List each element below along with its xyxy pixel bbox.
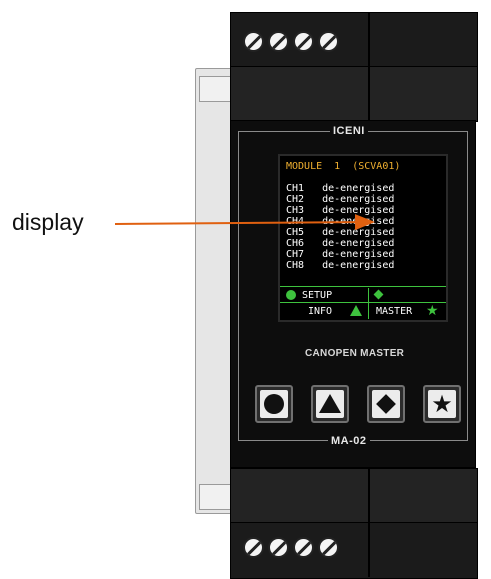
callout-arrow [114, 214, 375, 231]
